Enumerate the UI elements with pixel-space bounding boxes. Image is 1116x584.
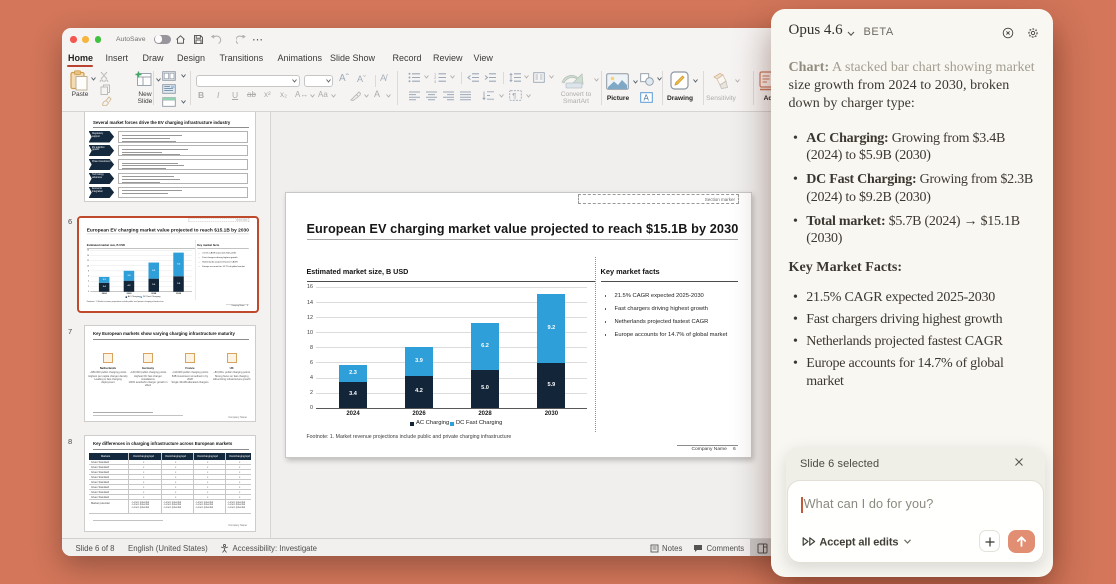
svg-text:A: A [644,93,650,102]
svg-text:¶: ¶ [512,91,516,100]
svg-text:3: 3 [434,79,437,83]
